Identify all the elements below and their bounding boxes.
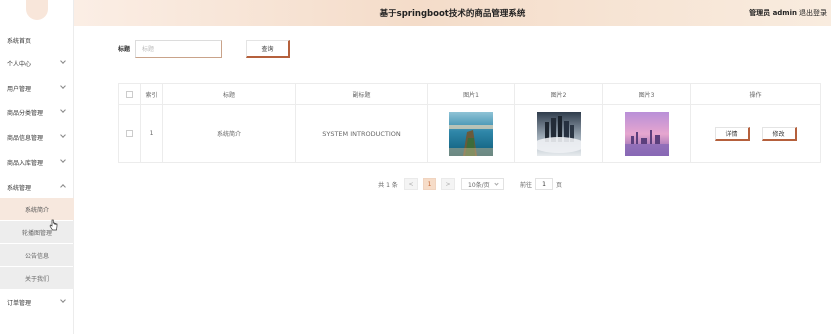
search-button[interactable]: 查询 bbox=[246, 40, 290, 58]
sidebar-subitem-label: 轮播图管理 bbox=[21, 229, 52, 237]
detail-button[interactable]: 详情 bbox=[714, 126, 750, 141]
page-size-value: 10条/页 bbox=[468, 181, 490, 189]
pagination-total: 共 1 条 bbox=[378, 181, 398, 189]
page-title: 基于springboot技术的商品管理系统 bbox=[379, 9, 526, 19]
sidebar-item-label: 商品信息管理 bbox=[7, 134, 44, 142]
sidebar-subitem-intro[interactable]: 系统简介 bbox=[0, 198, 74, 220]
goto-page-input[interactable]: 1 bbox=[535, 178, 553, 190]
sidebar-subitem-label: 公告信息 bbox=[24, 252, 49, 260]
chevron-down-icon bbox=[60, 83, 66, 89]
sidebar-subitem-carousel[interactable]: 轮播图管理 bbox=[0, 221, 74, 243]
pagination: 共 1 条 < 1 > 10条/页 前往 1 页 bbox=[0, 178, 831, 190]
page-size-select[interactable]: 10条/页 bbox=[461, 178, 504, 190]
current-user: 管理员 admin bbox=[749, 9, 797, 17]
data-table: 索引 标题 副标题 图片1 图片2 图片3 操作 1 系统简介 SYSTEM I… bbox=[118, 83, 821, 163]
column-header-image3: 图片3 bbox=[603, 84, 691, 104]
sidebar-item-label: 系统首页 bbox=[7, 37, 32, 45]
cell-subtitle: SYSTEM INTRODUCTION bbox=[296, 105, 428, 162]
thumbnail-image-city-fog[interactable] bbox=[536, 111, 581, 156]
sidebar-item-home[interactable]: 系统首页 bbox=[0, 29, 74, 51]
goto-label: 前往 bbox=[519, 181, 532, 189]
chevron-down-icon bbox=[60, 107, 66, 113]
chevron-down-icon bbox=[60, 132, 66, 138]
logout-link[interactable]: 退出登录 bbox=[799, 8, 827, 18]
chevron-down-icon bbox=[60, 297, 66, 303]
cell-title: 系统简介 bbox=[163, 105, 296, 162]
sidebar-item-profile[interactable]: 个人中心 bbox=[0, 52, 74, 74]
header-bar: 基于springboot技术的商品管理系统 管理员 admin 退出登录 bbox=[74, 0, 831, 26]
sidebar-item-label: 商品分类管理 bbox=[7, 109, 44, 117]
sidebar-item-stock[interactable]: 商品入库管理 bbox=[0, 151, 74, 173]
header-select-all bbox=[119, 84, 141, 104]
sidebar-subitem-label: 关于我们 bbox=[24, 275, 49, 283]
chevron-down-icon bbox=[60, 58, 66, 64]
sidebar-subitem-label: 系统简介 bbox=[24, 206, 49, 214]
column-header-image1: 图片1 bbox=[428, 84, 515, 104]
column-header-actions: 操作 bbox=[749, 91, 762, 99]
row-select-cell bbox=[119, 105, 141, 162]
cell-actions: 详情 修改 bbox=[691, 105, 820, 162]
select-all-checkbox[interactable] bbox=[126, 90, 133, 98]
row-checkbox[interactable] bbox=[126, 130, 133, 137]
sidebar-subitem-notice[interactable]: 公告信息 bbox=[0, 244, 74, 266]
pointer-hand-icon bbox=[49, 219, 58, 231]
thumbnail-image-skyline-dusk[interactable] bbox=[624, 111, 669, 156]
column-header-title: 标题 bbox=[163, 84, 296, 104]
next-page-button[interactable]: > bbox=[441, 178, 455, 190]
column-header-image2: 图片2 bbox=[515, 84, 603, 104]
avatar bbox=[26, 0, 48, 20]
search-input[interactable] bbox=[135, 40, 222, 58]
sidebar-item-users[interactable]: 用户管理 bbox=[0, 77, 74, 99]
page-unit-label: 页 bbox=[555, 181, 562, 189]
sidebar-item-category[interactable]: 商品分类管理 bbox=[0, 101, 74, 123]
cell-image2 bbox=[515, 105, 603, 162]
cell-image1 bbox=[428, 105, 515, 162]
chevron-down-icon bbox=[494, 181, 499, 186]
sidebar-item-label: 用户管理 bbox=[7, 85, 32, 93]
sidebar-item-orders[interactable]: 订单管理 bbox=[0, 291, 74, 313]
page-number-current[interactable]: 1 bbox=[423, 178, 436, 190]
cell-index: 1 bbox=[141, 105, 163, 162]
table-header: 索引 标题 副标题 图片1 图片2 图片3 操作 bbox=[119, 84, 820, 105]
cell-image3 bbox=[603, 105, 691, 162]
sidebar-subitem-about[interactable]: 关于我们 bbox=[0, 267, 74, 289]
search-label: 标题 bbox=[118, 46, 131, 53]
prev-page-button[interactable]: < bbox=[404, 178, 418, 190]
column-header-subtitle: 副标题 bbox=[296, 84, 428, 104]
sidebar-item-label: 订单管理 bbox=[7, 299, 32, 307]
table-row: 1 系统简介 SYSTEM INTRODUCTION 详情 修改 bbox=[119, 105, 820, 162]
sidebar: 系统首页 个人中心 用户管理 商品分类管理 商品信息管理 商品入库管理 系统管理… bbox=[0, 0, 74, 334]
column-header-index: 索引 bbox=[141, 84, 163, 104]
thumbnail-image-coast[interactable] bbox=[449, 111, 493, 156]
sidebar-item-label: 商品入库管理 bbox=[7, 159, 44, 167]
sidebar-item-label: 个人中心 bbox=[7, 60, 32, 68]
sidebar-item-products[interactable]: 商品信息管理 bbox=[0, 126, 74, 148]
chevron-down-icon bbox=[60, 157, 66, 163]
edit-button[interactable]: 修改 bbox=[761, 126, 797, 141]
